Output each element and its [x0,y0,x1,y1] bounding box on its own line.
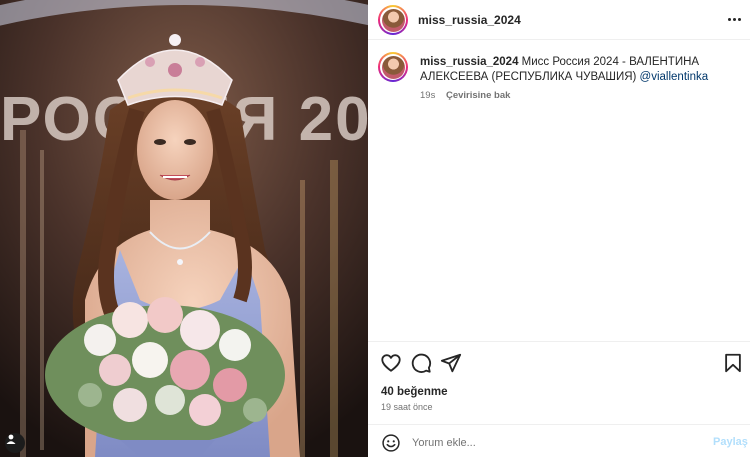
comment-input[interactable] [412,433,692,453]
post-details-panel: miss_russia_2024 miss_russia_2024 Мисс Р… [368,0,750,457]
send-icon[interactable] [440,352,462,374]
post-header: miss_russia_2024 [368,0,750,40]
post-photo[interactable]: РОССИЯ 20 [0,0,368,457]
caption-text: miss_russia_2024 Мисс Россия 2024 - ВАЛЕ… [420,55,745,85]
comment-icon[interactable] [410,352,432,374]
bookmark-icon[interactable] [722,352,744,374]
like-count[interactable]: 40 beğenme [381,386,447,398]
post-timestamp[interactable]: 19 saat önce [381,402,433,412]
post-image: РОССИЯ 20 [0,0,368,457]
emoji-icon[interactable] [381,433,401,453]
comment-bar: Paylaş [368,425,750,457]
post-comment-button[interactable]: Paylaş [713,436,748,448]
action-bar [380,352,744,376]
caption-age: 19s [420,90,436,101]
user-tag-button[interactable] [5,433,25,453]
more-options-icon[interactable] [724,12,744,26]
avatar-image [381,55,405,79]
user-tag-icon [6,434,16,444]
avatar[interactable] [378,5,408,35]
see-translation-link[interactable]: Çevirisine bak [446,90,510,101]
divider [368,341,750,342]
caption-avatar[interactable] [378,52,408,82]
caption-username[interactable]: miss_russia_2024 [420,56,518,68]
header-username[interactable]: miss_russia_2024 [418,13,521,27]
heart-icon[interactable] [380,352,402,374]
avatar-image [381,8,405,32]
caption-meta: 19s Çevirisine bak [420,90,510,101]
caption-mention-link[interactable]: @viallentinka [640,71,709,83]
